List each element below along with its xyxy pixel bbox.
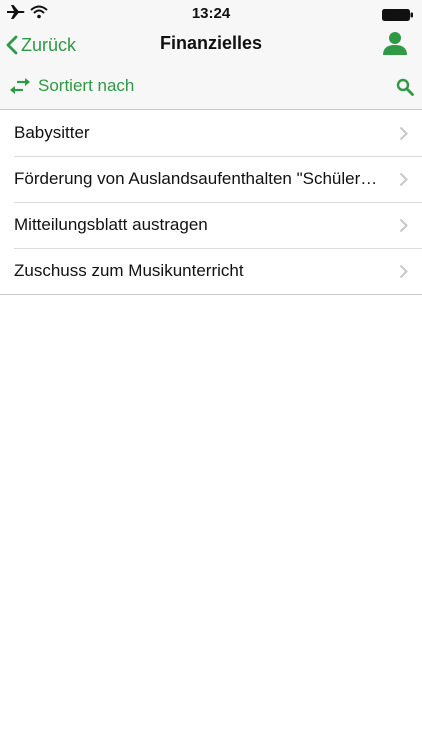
list-item-label: Förderung von Auslandsaufenthalten "Schü… — [14, 169, 386, 188]
swap-arrows-icon — [10, 78, 30, 94]
status-time: 13:24 — [191, 5, 231, 22]
list-item[interactable]: Zuschuss zum Musikunterricht — [0, 248, 422, 294]
battery-icon — [382, 8, 414, 26]
chevron-right-icon — [399, 264, 408, 284]
list-item-label: Zuschuss zum Musikunterricht — [14, 261, 244, 280]
chevron-right-icon — [399, 172, 408, 192]
chevron-right-icon — [399, 126, 408, 146]
status-bar: 13:24 — [0, 0, 422, 26]
person-icon[interactable] — [382, 30, 408, 61]
back-label: Zurück — [21, 34, 77, 55]
item-list: Babysitter Förderung von Auslandsaufenth… — [0, 110, 422, 295]
back-button[interactable]: Zurück — [6, 31, 76, 59]
sort-label: Sortiert nach — [38, 76, 135, 95]
chevron-left-icon — [6, 35, 18, 55]
navigation-bar: Zurück Finanzielles — [0, 26, 422, 66]
list-item-label: Babysitter — [14, 123, 90, 142]
search-icon[interactable] — [396, 78, 414, 101]
list-item[interactable]: Förderung von Auslandsaufenthalten "Schü… — [0, 156, 422, 202]
list-item-label: Mitteilungsblatt austragen — [14, 215, 208, 234]
chevron-right-icon — [399, 218, 408, 238]
sort-button[interactable]: Sortiert nach — [8, 76, 134, 96]
sort-bar: Sortiert nach — [0, 66, 422, 110]
list-item[interactable]: Mitteilungsblatt austragen — [0, 202, 422, 248]
list-item[interactable]: Babysitter — [0, 110, 422, 156]
top-bar: 13:24 Zurück Finanzielles Sortiert nach — [0, 0, 422, 110]
